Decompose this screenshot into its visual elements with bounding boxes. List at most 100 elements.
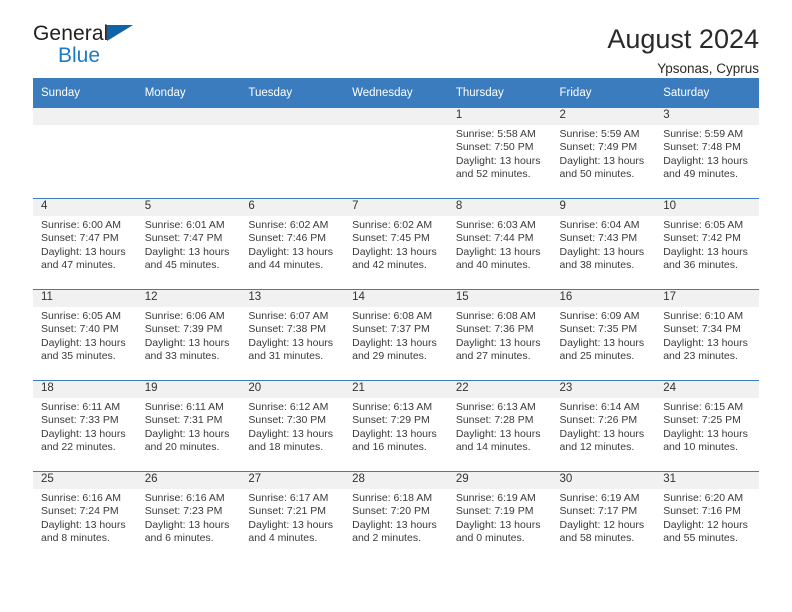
day-cell-inner: 13 Sunrise: 6:07 AM Sunset: 7:38 PM Dayligh… <box>240 290 345 380</box>
weekday-header-friday: Friday <box>551 78 656 108</box>
day-details: Sunrise: 6:05 AM Sunset: 7:42 PM Daylight:… <box>655 216 759 273</box>
daylight-duration-line1: Daylight: 13 hours <box>41 336 126 349</box>
calendar-day-cell[interactable]: 16 Sunrise: 6:09 AM Sunset: 7:35 PM Dayligh… <box>551 289 656 381</box>
calendar-day-cell[interactable]: 4 Sunrise: 6:00 AM Sunset: 7:47 PM Daylight… <box>33 198 137 290</box>
weekday-header-thursday: Thursday <box>447 78 552 108</box>
calendar-day-cell[interactable]: 13 Sunrise: 6:07 AM Sunset: 7:38 PM Dayligh… <box>240 289 345 381</box>
day-details: Sunrise: 6:03 AM Sunset: 7:44 PM Daylight:… <box>448 216 552 273</box>
day-cell-inner: 26 Sunrise: 6:16 AM Sunset: 7:23 PM Dayligh… <box>136 472 241 562</box>
calendar-week-row: 18 Sunrise: 6:11 AM Sunset: 7:33 PM Dayligh… <box>33 380 759 472</box>
calendar-day-cell[interactable]: 14 Sunrise: 6:08 AM Sunset: 7:37 PM Dayligh… <box>344 289 448 381</box>
day-number: 13 <box>240 290 345 307</box>
calendar-day-cell[interactable]: 26 Sunrise: 6:16 AM Sunset: 7:23 PM Dayligh… <box>136 471 241 562</box>
day-cell-inner: 8 Sunrise: 6:03 AM Sunset: 7:44 PM Daylight… <box>447 199 552 289</box>
calendar-day-cell[interactable]: 22 Sunrise: 6:13 AM Sunset: 7:28 PM Dayligh… <box>447 380 552 472</box>
calendar-day-cell <box>240 107 345 199</box>
calendar-day-cell[interactable]: 18 Sunrise: 6:11 AM Sunset: 7:33 PM Dayligh… <box>33 380 137 472</box>
sunrise-time: Sunrise: 5:58 AM <box>455 128 536 140</box>
day-cell-inner: 31 Sunrise: 6:20 AM Sunset: 7:16 PM Dayligh… <box>655 472 759 562</box>
daylight-duration-line2: and 29 minutes. <box>352 350 427 363</box>
day-number: 25 <box>33 472 137 489</box>
sunset-time: Sunset: 7:21 PM <box>248 505 327 518</box>
daylight-duration-line2: and 44 minutes. <box>248 259 324 272</box>
calendar-day-cell[interactable]: 5 Sunrise: 6:01 AM Sunset: 7:47 PM Daylight… <box>136 198 241 290</box>
sunset-time: Sunset: 7:34 PM <box>663 323 741 336</box>
sunset-time: Sunset: 7:38 PM <box>248 323 327 336</box>
calendar-day-cell[interactable]: 27 Sunrise: 6:17 AM Sunset: 7:21 PM Dayligh… <box>240 471 345 562</box>
daylight-duration-line1: Daylight: 13 hours <box>248 518 334 531</box>
daylight-duration-line2: and 2 minutes. <box>352 532 421 545</box>
day-number: 8 <box>447 199 552 216</box>
daylight-duration-line1: Daylight: 13 hours <box>41 518 126 531</box>
day-cell-inner: 22 Sunrise: 6:13 AM Sunset: 7:28 PM Dayligh… <box>447 381 552 471</box>
calendar-day-cell[interactable]: 15 Sunrise: 6:08 AM Sunset: 7:36 PM Dayligh… <box>447 289 552 381</box>
sunrise-time: Sunrise: 6:18 AM <box>352 492 433 504</box>
sunset-time: Sunset: 7:17 PM <box>559 505 638 518</box>
calendar-body: 1 Sunrise: 5:58 AM Sunset: 7:50 PM Daylight… <box>33 107 759 562</box>
calendar-day-cell[interactable]: 3 Sunrise: 5:59 AM Sunset: 7:48 PM Daylight… <box>655 107 759 199</box>
sunrise-time: Sunrise: 6:03 AM <box>455 219 536 231</box>
page-title: August 2024 <box>607 24 759 54</box>
daylight-duration-line2: and 58 minutes. <box>559 532 635 545</box>
daylight-duration-line2: and 4 minutes. <box>248 532 318 545</box>
day-number: 6 <box>240 199 345 216</box>
daylight-duration-line1: Daylight: 13 hours <box>144 427 230 440</box>
day-details: Sunrise: 6:13 AM Sunset: 7:28 PM Daylight:… <box>448 398 552 455</box>
daylight-duration-line2: and 22 minutes. <box>41 441 116 454</box>
calendar-day-cell[interactable]: 7 Sunrise: 6:02 AM Sunset: 7:45 PM Daylight… <box>344 198 448 290</box>
calendar-day-cell[interactable]: 20 Sunrise: 6:12 AM Sunset: 7:30 PM Dayligh… <box>240 380 345 472</box>
sunset-time: Sunset: 7:39 PM <box>144 323 223 336</box>
calendar-day-cell[interactable]: 10 Sunrise: 6:05 AM Sunset: 7:42 PM Dayligh… <box>655 198 759 290</box>
daylight-duration-line2: and 25 minutes. <box>559 350 635 363</box>
day-cell-inner: 7 Sunrise: 6:02 AM Sunset: 7:45 PM Daylight… <box>344 199 448 289</box>
brand-logo: General Blue <box>33 23 153 71</box>
sunset-time: Sunset: 7:16 PM <box>663 505 741 518</box>
daylight-duration-line1: Daylight: 13 hours <box>455 427 541 440</box>
calendar-day-cell[interactable]: 21 Sunrise: 6:13 AM Sunset: 7:29 PM Dayligh… <box>344 380 448 472</box>
weekday-header-sunday: Sunday <box>33 78 137 108</box>
calendar-day-cell[interactable]: 17 Sunrise: 6:10 AM Sunset: 7:34 PM Dayligh… <box>655 289 759 381</box>
calendar-day-cell[interactable]: 1 Sunrise: 5:58 AM Sunset: 7:50 PM Daylight… <box>447 107 552 199</box>
daylight-duration-line2: and 6 minutes. <box>144 532 214 545</box>
day-cell-inner: 24 Sunrise: 6:15 AM Sunset: 7:25 PM Dayligh… <box>655 381 759 471</box>
calendar-day-cell[interactable]: 25 Sunrise: 6:16 AM Sunset: 7:24 PM Dayligh… <box>33 471 137 562</box>
day-details: Sunrise: 6:15 AM Sunset: 7:25 PM Daylight:… <box>655 398 759 455</box>
sunrise-time: Sunrise: 6:11 AM <box>144 401 224 413</box>
calendar-day-cell[interactable]: 8 Sunrise: 6:03 AM Sunset: 7:44 PM Daylight… <box>447 198 552 290</box>
calendar-day-cell[interactable]: 6 Sunrise: 6:02 AM Sunset: 7:46 PM Daylight… <box>240 198 345 290</box>
daylight-duration-line2: and 49 minutes. <box>663 168 738 181</box>
sunrise-time: Sunrise: 6:02 AM <box>352 219 433 231</box>
daylight-duration-line1: Daylight: 13 hours <box>41 245 126 258</box>
calendar-day-cell[interactable]: 28 Sunrise: 6:18 AM Sunset: 7:20 PM Dayligh… <box>344 471 448 562</box>
day-number: 24 <box>655 381 759 398</box>
calendar-day-cell[interactable]: 9 Sunrise: 6:04 AM Sunset: 7:43 PM Daylight… <box>551 198 656 290</box>
day-number: 17 <box>655 290 759 307</box>
calendar-day-cell[interactable]: 24 Sunrise: 6:15 AM Sunset: 7:25 PM Dayligh… <box>655 380 759 472</box>
sunrise-time: Sunrise: 6:05 AM <box>41 310 121 322</box>
sunset-time: Sunset: 7:48 PM <box>663 141 741 154</box>
day-details: Sunrise: 6:14 AM Sunset: 7:26 PM Daylight:… <box>552 398 656 455</box>
calendar-day-cell[interactable]: 2 Sunrise: 5:59 AM Sunset: 7:49 PM Daylight… <box>551 107 656 199</box>
brand-name-blue: Blue <box>58 44 101 67</box>
day-number: 20 <box>240 381 345 398</box>
daylight-duration-line1: Daylight: 13 hours <box>352 427 437 440</box>
day-number <box>136 108 241 125</box>
sunrise-time: Sunrise: 6:15 AM <box>663 401 744 413</box>
sunset-time: Sunset: 7:26 PM <box>559 414 638 427</box>
calendar-day-cell[interactable]: 30 Sunrise: 6:19 AM Sunset: 7:17 PM Dayligh… <box>551 471 656 562</box>
daylight-duration-line1: Daylight: 13 hours <box>559 245 645 258</box>
day-number: 22 <box>447 381 552 398</box>
sunset-time: Sunset: 7:28 PM <box>455 414 534 427</box>
calendar-day-cell[interactable]: 31 Sunrise: 6:20 AM Sunset: 7:16 PM Dayligh… <box>655 471 759 562</box>
sunset-time: Sunset: 7:44 PM <box>455 232 534 245</box>
calendar-day-cell[interactable]: 29 Sunrise: 6:19 AM Sunset: 7:19 PM Dayligh… <box>447 471 552 562</box>
calendar-day-cell[interactable]: 23 Sunrise: 6:14 AM Sunset: 7:26 PM Dayligh… <box>551 380 656 472</box>
calendar-day-cell[interactable]: 12 Sunrise: 6:06 AM Sunset: 7:39 PM Dayligh… <box>136 289 241 381</box>
location-label: Ypsonas, Cyprus <box>657 61 759 77</box>
calendar-day-cell[interactable]: 19 Sunrise: 6:11 AM Sunset: 7:31 PM Dayligh… <box>136 380 241 472</box>
calendar-week-row: 11 Sunrise: 6:05 AM Sunset: 7:40 PM Dayligh… <box>33 289 759 381</box>
day-number: 2 <box>551 108 656 125</box>
calendar-day-cell[interactable]: 11 Sunrise: 6:05 AM Sunset: 7:40 PM Dayligh… <box>33 289 137 381</box>
day-cell-inner <box>136 108 241 198</box>
daylight-duration-line2: and 40 minutes. <box>455 259 531 272</box>
